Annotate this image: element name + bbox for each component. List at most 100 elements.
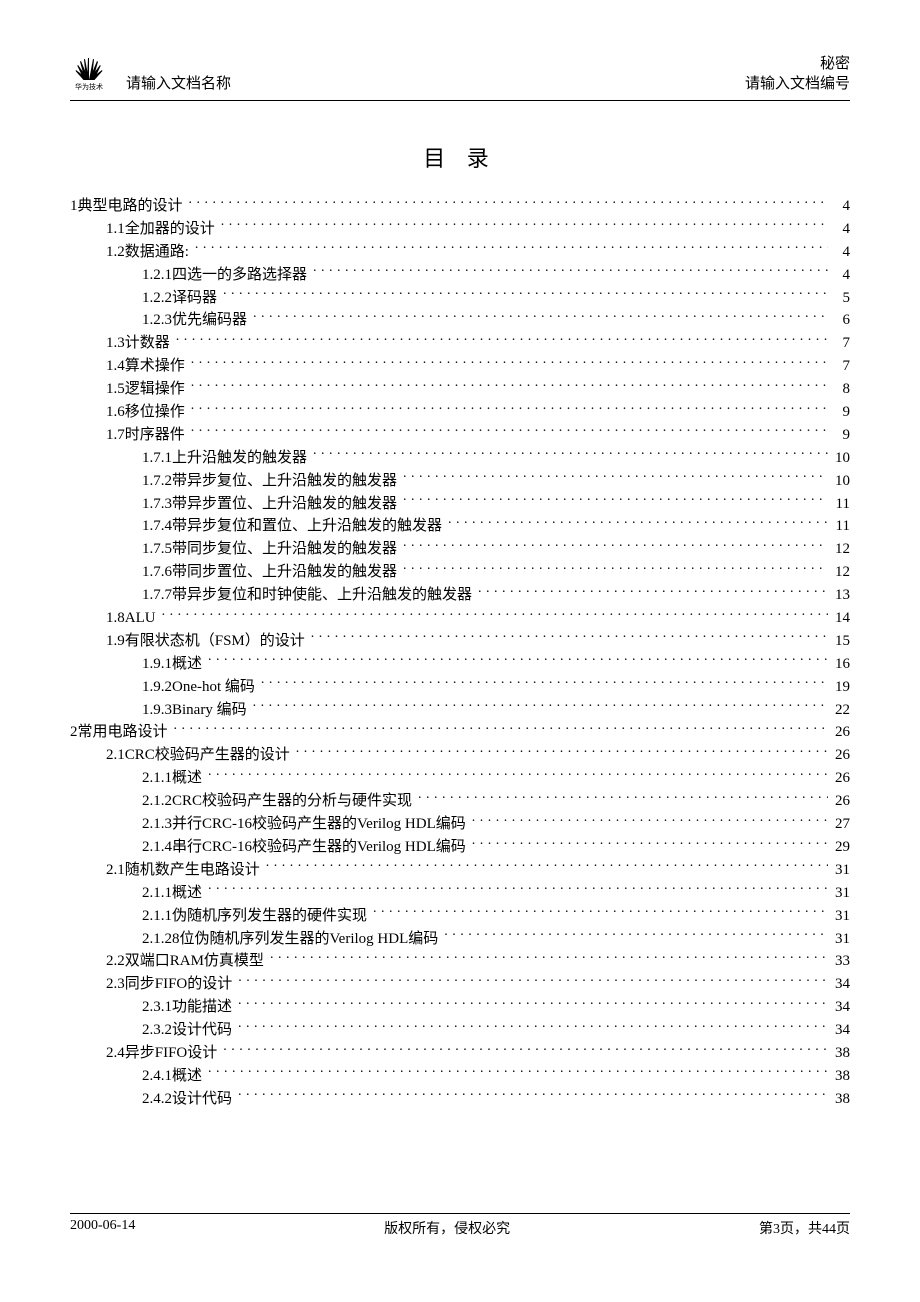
toc-entry[interactable]: 2.2双端口RAM仿真模型33 xyxy=(106,950,850,973)
toc-leader-dots xyxy=(238,1088,828,1103)
toc-leader-dots xyxy=(223,1042,828,1057)
toc-leader-dots xyxy=(403,561,828,576)
doc-number: 请输入文档编号 xyxy=(745,75,850,95)
toc-entry[interactable]: 1.7.5带同步复位、上升沿触发的触发器12 xyxy=(142,538,850,561)
toc-leader-dots xyxy=(444,928,828,943)
toc-label: 1.7时序器件 xyxy=(106,425,191,447)
toc-label: 1.7.6带同步置位、上升沿触发的触发器 xyxy=(142,562,403,584)
toc-leader-dots xyxy=(208,882,828,897)
toc-entry[interactable]: 2常用电路设计26 xyxy=(70,721,850,744)
toc-entry[interactable]: 2.1.1概述31 xyxy=(142,882,850,905)
toc-entry[interactable]: 2.3.2设计代码34 xyxy=(142,1019,850,1042)
toc-page-number: 10 xyxy=(828,448,850,470)
toc-entry[interactable]: 1.7时序器件 9 xyxy=(106,424,850,447)
toc-entry[interactable]: 2.4.1概述38 xyxy=(142,1065,850,1088)
toc-page-number: 19 xyxy=(828,677,850,699)
toc-entry[interactable]: 2.1.2CRC校验码产生器的分析与硬件实现26 xyxy=(142,790,850,813)
toc-leader-dots xyxy=(176,332,828,347)
toc-page-number: 31 xyxy=(828,929,850,951)
toc-leader-dots xyxy=(311,630,828,645)
toc-entry[interactable]: 2.1.4串行CRC-16校验码产生器的Verilog HDL编码29 xyxy=(142,836,850,859)
toc-leader-dots xyxy=(208,653,828,668)
toc-entry[interactable]: 2.3同步FIFO的设计34 xyxy=(106,973,850,996)
toc-entry[interactable]: 2.4异步FIFO设计38 xyxy=(106,1042,850,1065)
toc-label: 1.9.2One-hot 编码 xyxy=(142,677,261,699)
toc-label: 2.1.28位伪随机序列发生器的Verilog HDL编码 xyxy=(142,929,444,951)
toc-page-number: 34 xyxy=(828,974,850,996)
toc-page-number: 15 xyxy=(828,631,850,653)
toc-page-number: 11 xyxy=(828,494,850,516)
toc-leader-dots xyxy=(238,996,828,1011)
toc-entry[interactable]: 1.2.2译码器5 xyxy=(142,287,850,310)
toc-label: 1.9.1概述 xyxy=(142,654,208,676)
toc-entry[interactable]: 1.7.1上升沿触发的触发器10 xyxy=(142,447,850,470)
toc-label: 2.1.4串行CRC-16校验码产生器的Verilog HDL编码 xyxy=(142,837,472,859)
toc-leader-dots xyxy=(253,699,828,714)
toc-entry[interactable]: 1.9.3Binary 编码22 xyxy=(142,699,850,722)
classification-label: 秘密 xyxy=(745,55,850,75)
toc-label: 1.7.4带异步复位和置位、上升沿触发的触发器 xyxy=(142,516,448,538)
toc-entry[interactable]: 1.6移位操作9 xyxy=(106,401,850,424)
toc-entry[interactable]: 1.7.6带同步置位、上升沿触发的触发器12 xyxy=(142,561,850,584)
toc-label: 1.7.3带异步置位、上升沿触发的触发器 xyxy=(142,494,403,516)
toc-entry[interactable]: 1.8ALU14 xyxy=(106,607,850,630)
company-logo: 华为技术 xyxy=(70,56,108,94)
toc-leader-dots xyxy=(403,538,828,553)
toc-entry[interactable]: 2.4.2设计代码38 xyxy=(142,1088,850,1111)
toc-entry[interactable]: 1.4算术操作7 xyxy=(106,355,850,378)
toc-label: 2.1.1概述 xyxy=(142,883,208,905)
toc-entry[interactable]: 1.7.3带异步置位、上升沿触发的触发器 11 xyxy=(142,493,850,516)
toc-entry[interactable]: 1.2.3优先编码器6 xyxy=(142,309,850,332)
toc-entry[interactable]: 2.1CRC校验码产生器的设计26 xyxy=(106,744,850,767)
toc-entry[interactable]: 1.7.2带异步复位、上升沿触发的触发器10 xyxy=(142,470,850,493)
toc-entry[interactable]: 1.2.1四选一的多路选择器4 xyxy=(142,264,850,287)
toc-entry[interactable]: 2.1.1概述26 xyxy=(142,767,850,790)
toc-label: 1.1全加器的设计 xyxy=(106,219,221,241)
toc-entry[interactable]: 1.7.7带异步复位和时钟使能、上升沿触发的触发器 13 xyxy=(142,584,850,607)
toc-page-number: 34 xyxy=(828,997,850,1019)
toc-label: 1.6移位操作 xyxy=(106,402,191,424)
toc-entry[interactable]: 1典型电路的设计4 xyxy=(70,195,850,218)
toc-page-number: 4 xyxy=(828,196,850,218)
toc-entry[interactable]: 2.1.28位伪随机序列发生器的Verilog HDL编码 31 xyxy=(142,928,850,951)
toc-page-number: 7 xyxy=(828,356,850,378)
toc-entry[interactable]: 1.3计数器7 xyxy=(106,332,850,355)
toc-label: 2.2双端口RAM仿真模型 xyxy=(106,951,270,973)
toc-page-number: 9 xyxy=(828,425,850,447)
toc-entry[interactable]: 2.1.1伪随机序列发生器的硬件实现31 xyxy=(142,905,850,928)
toc-label: 1.7.7带异步复位和时钟使能、上升沿触发的触发器 xyxy=(142,585,478,607)
toc-entry[interactable]: 2.1随机数产生电路设计31 xyxy=(106,859,850,882)
toc-label: 1.2数据通路: xyxy=(106,242,195,264)
toc-page-number: 26 xyxy=(828,745,850,767)
toc-leader-dots xyxy=(478,584,828,599)
toc-entry[interactable]: 1.9.1概述 16 xyxy=(142,653,850,676)
toc-label: 1.5逻辑操作 xyxy=(106,379,191,401)
toc-entry[interactable]: 1.9有限状态机（FSM）的设计15 xyxy=(106,630,850,653)
toc-leader-dots xyxy=(403,493,828,508)
toc-leader-dots xyxy=(373,905,828,920)
toc-page-number: 13 xyxy=(828,585,850,607)
toc-entry[interactable]: 1.1全加器的设计4 xyxy=(106,218,850,241)
toc-leader-dots xyxy=(472,836,828,851)
toc-leader-dots xyxy=(313,447,828,462)
toc-page-number: 4 xyxy=(828,242,850,264)
toc-entry[interactable]: 1.5逻辑操作8 xyxy=(106,378,850,401)
toc-entry[interactable]: 1.9.2One-hot 编码 19 xyxy=(142,676,850,699)
toc-label: 2.1.1概述 xyxy=(142,768,208,790)
toc-page-number: 22 xyxy=(828,700,850,722)
toc-label: 1.2.2译码器 xyxy=(142,288,223,310)
toc-leader-dots xyxy=(253,309,828,324)
toc-entry[interactable]: 2.3.1功能描述34 xyxy=(142,996,850,1019)
toc-leader-dots xyxy=(261,676,828,691)
doc-name: 请输入文档名称 xyxy=(126,72,231,94)
toc-leader-dots xyxy=(223,287,828,302)
toc-entry[interactable]: 2.1.3并行CRC-16校验码产生器的Verilog HDL编码27 xyxy=(142,813,850,836)
toc-label: 2.1随机数产生电路设计 xyxy=(106,860,266,882)
toc-entry[interactable]: 1.7.4带异步复位和置位、上升沿触发的触发器11 xyxy=(142,515,850,538)
toc-entry[interactable]: 1.2数据通路: 4 xyxy=(106,241,850,264)
toc-page-number: 16 xyxy=(828,654,850,676)
toc-label: 2.1.3并行CRC-16校验码产生器的Verilog HDL编码 xyxy=(142,814,472,836)
toc-label: 2.3.2设计代码 xyxy=(142,1020,238,1042)
toc-leader-dots xyxy=(191,424,828,439)
toc-leader-dots xyxy=(238,973,828,988)
